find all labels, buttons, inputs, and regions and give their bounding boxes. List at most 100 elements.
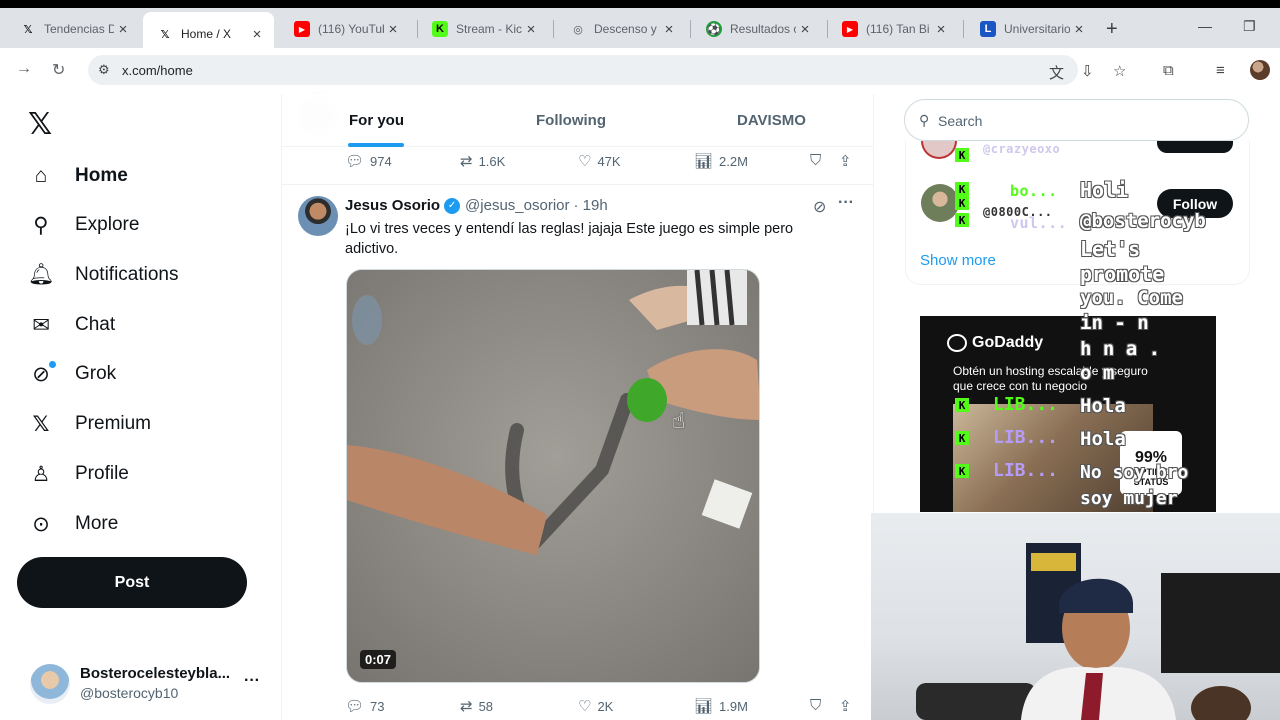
repost-icon: ⇄ <box>460 153 473 170</box>
restore-icon[interactable]: ❐ <box>1243 18 1256 35</box>
tweet-actions: 💬︎ 73 ⇄ 58 ♡ 2K 📊︎ 1.9M ⛉ ⇪ <box>345 697 855 717</box>
reply-button[interactable]: 💬︎ 73 <box>345 697 385 715</box>
share-icon: ⇪ <box>839 698 852 715</box>
more-dots-icon[interactable]: ··· <box>838 194 854 212</box>
nav-chat[interactable]: ✉ Chat <box>28 310 115 340</box>
webcam-overlay <box>871 513 1280 720</box>
forward-arrow-icon[interactable]: → <box>16 60 32 78</box>
bookmark-button[interactable]: ⛉ <box>810 152 827 169</box>
tweet-text: ¡Lo vi tres veces y entendí las reglas! … <box>345 221 794 257</box>
tab-for-you[interactable]: For you <box>349 112 404 129</box>
share-icon: ⇪ <box>839 153 852 170</box>
reply-button[interactable]: 💬︎ 974 <box>345 152 392 170</box>
like-button[interactable]: ♡ 2K <box>578 697 613 715</box>
share-button[interactable]: ⇪ <box>839 152 858 170</box>
post-button[interactable]: Post <box>17 557 247 608</box>
close-tab-icon[interactable]: × <box>660 21 678 38</box>
minimize-icon[interactable]: — <box>1198 18 1212 34</box>
browser-tab-6[interactable]: ⚽ Resultados c × <box>692 14 822 44</box>
more-circle-icon: ⊙ <box>32 512 50 536</box>
close-tab-icon[interactable]: × <box>522 21 540 38</box>
chat-overlay-line: in - n <box>1080 312 1149 334</box>
nav-explore[interactable]: ⚲ Explore <box>28 210 139 240</box>
close-tab-icon[interactable]: × <box>1070 21 1088 38</box>
kick-icon: K <box>432 21 448 37</box>
chat-overlay-line: Hola <box>1080 428 1126 450</box>
site-info-icon[interactable]: ⚙ <box>98 62 110 78</box>
share-button[interactable]: ⇪ <box>839 697 858 715</box>
bell-icon: 🔔︎ <box>27 263 55 286</box>
browser-tab-3[interactable]: ▶ (116) YouTub × <box>280 14 410 44</box>
avatar[interactable] <box>921 184 959 222</box>
browser-tab-1[interactable]: 𝕏 Tendencias D × <box>6 14 140 44</box>
close-tab-icon[interactable]: × <box>114 21 132 38</box>
verified-badge-icon: ✓ <box>444 197 461 214</box>
url-text[interactable]: x.com/home <box>122 63 193 78</box>
bookmark-star-icon[interactable]: ☆ <box>1113 62 1126 80</box>
x-logo-icon[interactable]: 𝕏 <box>28 107 52 142</box>
browser-tab-7[interactable]: ▶ (116) Tan Bi × <box>828 14 958 44</box>
notification-dot <box>49 361 56 368</box>
repost-icon: ⇄ <box>460 698 473 715</box>
views-button[interactable]: 📊︎ 1.9M <box>694 697 748 715</box>
follow-button[interactable] <box>1157 141 1233 153</box>
reload-icon[interactable]: ↻ <box>52 60 65 80</box>
install-app-icon[interactable]: ⇩ <box>1081 62 1094 80</box>
kick-icon: K <box>955 196 969 210</box>
nav-profile[interactable]: ♙ Profile <box>28 459 129 489</box>
more-dots-icon[interactable]: ··· <box>244 672 260 690</box>
chat-overlay-line: LIB... <box>993 427 1059 448</box>
x-icon: 𝕏 <box>160 28 170 41</box>
mouse-cursor-icon: ☝ <box>672 408 686 433</box>
tab-separator <box>690 20 691 38</box>
chat-overlay-line: h n a . <box>1080 338 1161 360</box>
close-tab-icon[interactable]: × <box>796 21 814 38</box>
account-name: Bosterocelesteybla... <box>80 665 231 682</box>
new-tab-plus-icon[interactable]: + <box>1106 18 1118 41</box>
nav-more[interactable]: ⊙ More <box>28 509 118 539</box>
close-tab-icon[interactable]: × <box>248 26 266 43</box>
webcam-frame <box>916 543 1280 720</box>
media-controls-icon[interactable]: ≡ <box>1216 62 1225 79</box>
repost-button[interactable]: ⇄ 1.6K <box>460 152 505 170</box>
reply-icon: 💬︎ <box>345 698 365 715</box>
reply-icon: 💬︎ <box>345 153 365 170</box>
grok-explain-icon[interactable]: ⊘ <box>813 197 826 217</box>
show-more-link[interactable]: Show more <box>920 252 996 269</box>
browser-profile-avatar[interactable] <box>1250 60 1270 80</box>
account-switcher[interactable]: Bosterocelesteybla... @bosterocyb10 ··· <box>30 662 270 704</box>
browser-tab-5[interactable]: ◎ Descenso y × <box>556 14 686 44</box>
tab-following[interactable]: Following <box>536 112 606 129</box>
tweet-video[interactable] <box>346 269 760 683</box>
godaddy-logo-icon <box>947 334 967 352</box>
chat-overlay-line: LIB... <box>993 394 1059 415</box>
author-handle[interactable]: @jesus_osorior <box>465 197 569 214</box>
chat-overlay-line: No soy bro <box>1080 462 1189 483</box>
close-tab-icon[interactable]: × <box>384 21 402 38</box>
search-input[interactable]: ⚲ Search <box>904 99 1249 141</box>
nav-premium[interactable]: 𝕏 Premium <box>28 409 151 439</box>
screen-top-edge <box>0 0 1280 8</box>
extensions-icon[interactable]: ⧉ <box>1163 62 1174 79</box>
x-icon: 𝕏 <box>23 23 33 36</box>
like-button[interactable]: ♡ 47K <box>578 152 621 170</box>
browser-tab-4[interactable]: K Stream - Kic × <box>418 14 548 44</box>
views-button[interactable]: 📊︎ 2.2M <box>694 152 748 170</box>
nav-home[interactable]: ⌂ Home <box>28 161 128 191</box>
nav-grok[interactable]: ⊘ Grok <box>28 359 116 389</box>
person-icon: ♙ <box>31 462 51 486</box>
close-tab-icon[interactable]: × <box>932 21 950 38</box>
browser-tab-8[interactable]: L Universitario × <box>966 14 1096 44</box>
address-bar[interactable]: ⚙ x.com/home <box>88 55 1078 85</box>
bookmark-icon: ⛉ <box>810 697 822 714</box>
tweet-timestamp[interactable]: · 19h <box>573 197 607 214</box>
repost-button[interactable]: ⇄ 58 <box>460 697 493 715</box>
account-handle: @bosterocyb10 <box>80 685 179 701</box>
author-name[interactable]: Jesus Osorio <box>345 197 440 214</box>
avatar[interactable] <box>298 196 338 236</box>
tab-davismo[interactable]: DAVISMO <box>737 112 806 129</box>
kick-icon: K <box>955 148 969 162</box>
bookmark-button[interactable]: ⛉ <box>810 697 827 714</box>
nav-notifications[interactable]: 🔔︎ Notifications <box>28 260 179 290</box>
translate-icon[interactable]: 文 <box>1049 62 1064 83</box>
